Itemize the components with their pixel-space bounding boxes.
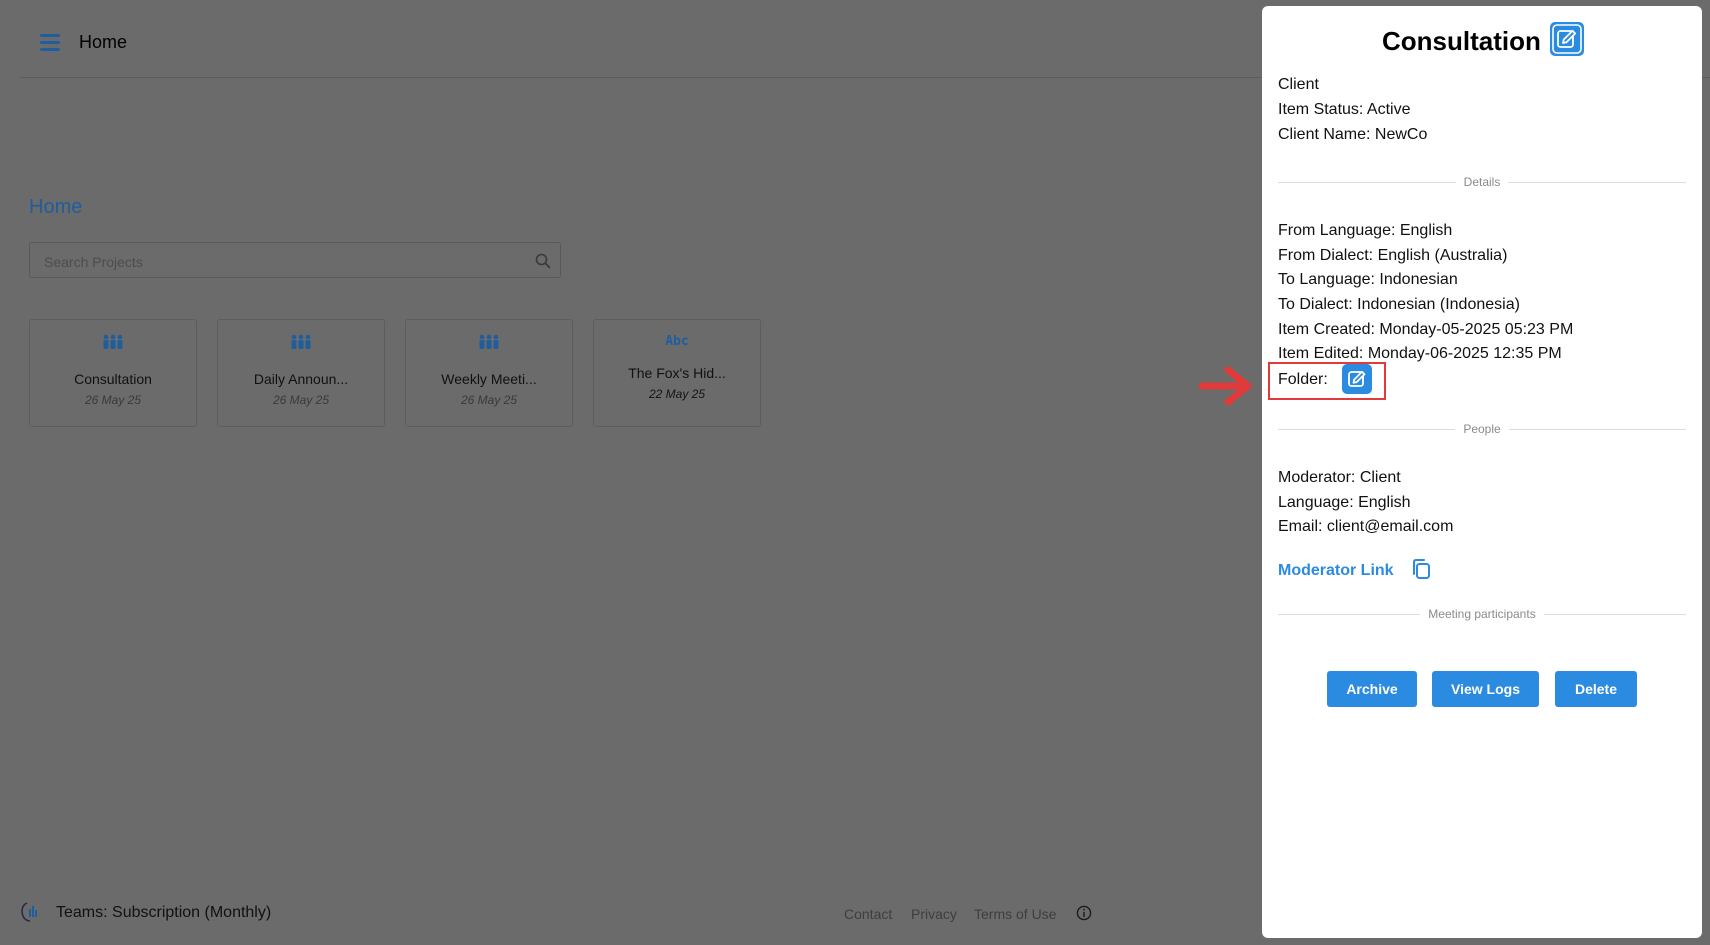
copy-icon[interactable] — [1408, 556, 1434, 582]
participants-divider: Meeting participants — [1278, 607, 1686, 621]
project-date: 26 May 25 — [272, 393, 330, 407]
edit-project-button[interactable] — [1550, 22, 1584, 56]
details-divider: Details — [1278, 175, 1686, 189]
people-group-icon — [218, 334, 384, 352]
project-card-weekly-meeting[interactable]: Weekly Meeti... 26 May 25 — [405, 319, 573, 427]
details-heading: Details — [1455, 175, 1509, 189]
project-card-consultation[interactable]: Consultation 26 May 25 — [29, 319, 197, 427]
project-name: Daily Announ... — [253, 371, 349, 387]
moderator: Moderator: Client — [1278, 469, 1401, 486]
abc-icon-text: Abc — [665, 334, 689, 349]
archive-button[interactable]: Archive — [1327, 671, 1417, 707]
people-group-icon — [30, 334, 196, 352]
annotation-arrow-icon — [1198, 366, 1252, 406]
subscription-plan: Teams: Subscription (Monthly) — [56, 904, 272, 921]
project-detail-panel: Consultation Client Item Status: Active … — [1262, 6, 1702, 938]
project-date: 26 May 25 — [84, 393, 142, 407]
footer-link-contact[interactable]: Contact — [844, 906, 892, 922]
page-title: Home — [29, 196, 83, 218]
moderator-email: Email: client@email.com — [1278, 518, 1454, 535]
abc-text-icon: Abc — [594, 334, 760, 352]
to-language: To Language: Indonesian — [1278, 271, 1458, 288]
item-created: Item Created: Monday-05-2025 05:23 PM — [1278, 321, 1574, 338]
search-input[interactable] — [42, 251, 526, 273]
footer-link-terms[interactable]: Terms of Use — [974, 906, 1056, 922]
from-dialect: From Dialect: English (Australia) — [1278, 247, 1508, 264]
participants-heading: Meeting participants — [1420, 607, 1544, 621]
project-card-the-fox[interactable]: Abc The Fox's Hid... 22 May 25 — [593, 319, 761, 427]
people-group-icon — [406, 334, 572, 352]
hamburger-menu-icon[interactable] — [40, 34, 60, 51]
client-type: Client — [1278, 76, 1319, 93]
edit-icon — [1552, 24, 1582, 54]
footer: Teams: Subscription (Monthly) Contact Pr… — [0, 896, 1260, 930]
project-date: 22 May 25 — [648, 387, 706, 401]
moderator-link[interactable]: Moderator Link — [1278, 562, 1394, 580]
item-edited: Item Edited: Monday-06-2025 12:35 PM — [1278, 345, 1562, 362]
project-name: Consultation — [74, 371, 152, 387]
annotation-highlight-box — [1268, 362, 1386, 400]
to-dialect: To Dialect: Indonesian (Indonesia) — [1278, 296, 1520, 313]
header-title: Home — [79, 32, 128, 52]
project-name: The Fox's Hid... — [628, 365, 726, 381]
project-date: 26 May 25 — [460, 393, 518, 407]
people-heading: People — [1455, 422, 1509, 436]
moderator-language: Language: English — [1278, 494, 1411, 511]
footer-link-privacy[interactable]: Privacy — [911, 906, 957, 922]
panel-title: Consultation — [1382, 26, 1541, 56]
view-logs-button[interactable]: View Logs — [1432, 671, 1539, 707]
project-card-daily-announcements[interactable]: Daily Announ... 26 May 25 — [217, 319, 385, 427]
from-language: From Language: English — [1278, 222, 1453, 239]
client-name: Client Name: NewCo — [1278, 126, 1428, 143]
info-icon[interactable] — [1076, 905, 1092, 921]
people-divider: People — [1278, 422, 1686, 436]
delete-button[interactable]: Delete — [1555, 671, 1637, 707]
search-icon[interactable] — [534, 252, 552, 270]
app-logo-icon — [21, 902, 37, 922]
search-box — [29, 242, 561, 278]
item-status: Item Status: Active — [1278, 101, 1411, 118]
project-name: Weekly Meeti... — [441, 371, 537, 387]
